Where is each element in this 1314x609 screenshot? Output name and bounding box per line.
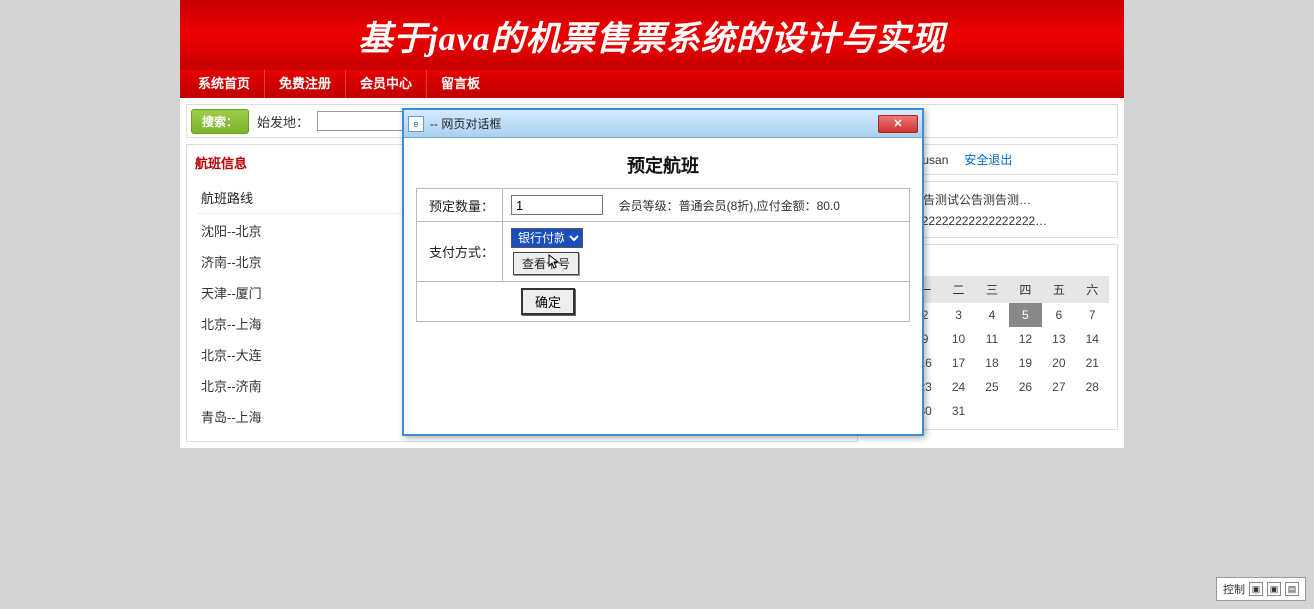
search-button[interactable]: 搜索： [191, 109, 249, 134]
calendar-day [1042, 399, 1075, 423]
calendar-day[interactable]: 3 [942, 303, 975, 327]
calendar-day[interactable]: 4 [975, 303, 1008, 327]
calendar-day[interactable]: 7 [1076, 303, 1109, 327]
calendar-day[interactable]: 18 [975, 351, 1008, 375]
control-label: 控制 [1223, 581, 1245, 597]
calendar-day[interactable]: 25 [975, 375, 1008, 399]
calendar-day[interactable]: 11 [975, 327, 1008, 351]
calendar-day[interactable]: 24 [942, 375, 975, 399]
booking-form: 预定数量： 会员等级：普通会员(8折),应付金额：80.0 支付方式： 银行付款… [416, 188, 910, 322]
calendar-day [975, 399, 1008, 423]
calendar-day[interactable]: 6 [1042, 303, 1075, 327]
tool-icon[interactable]: ▣ [1249, 582, 1263, 596]
banner-title: 基于java的机票售票系统的设计与实现 [358, 11, 946, 60]
pay-label: 支付方式： [417, 222, 503, 282]
tool-icon[interactable]: ▣ [1267, 582, 1281, 596]
calendar-day[interactable]: 20 [1042, 351, 1075, 375]
tool-icon[interactable]: ▤ [1285, 582, 1299, 596]
from-label: 始发地： [257, 112, 309, 131]
nav-register[interactable]: 免费注册 [265, 70, 346, 98]
control-panel: 控制 ▣ ▣ ▤ [1216, 577, 1306, 601]
calendar-day[interactable]: 12 [1009, 327, 1042, 351]
member-info: 会员等级：普通会员(8折),应付金额：80.0 [619, 199, 840, 213]
calendar-day[interactable]: 31 [942, 399, 975, 423]
close-icon[interactable]: ✕ [878, 115, 918, 133]
dialog-heading: 预定航班 [416, 152, 910, 178]
calendar-day[interactable]: 19 [1009, 351, 1042, 375]
calendar-day[interactable]: 28 [1076, 375, 1109, 399]
calendar-day[interactable]: 17 [942, 351, 975, 375]
nav-bar: 系统首页 免费注册 会员中心 留言板 [180, 70, 1124, 98]
pay-select[interactable]: 银行付款 [511, 228, 583, 248]
ie-icon: e [408, 116, 424, 132]
booking-dialog: e -- 网页对话框 ✕ 预定航班 预定数量： 会员等级：普通会员(8折),应付… [402, 108, 924, 436]
dialog-title: -- 网页对话框 [430, 115, 878, 132]
calendar-day [1009, 399, 1042, 423]
calendar-day[interactable]: 26 [1009, 375, 1042, 399]
calendar-day[interactable]: 14 [1076, 327, 1109, 351]
dialog-titlebar[interactable]: e -- 网页对话框 ✕ [404, 110, 922, 138]
nav-guestbook[interactable]: 留言板 [427, 70, 494, 98]
logout-link[interactable]: 安全退出 [964, 151, 1012, 168]
qty-input[interactable] [511, 195, 603, 215]
calendar-day[interactable]: 13 [1042, 327, 1075, 351]
banner: 基于java的机票售票系统的设计与实现 [180, 0, 1124, 70]
nav-home[interactable]: 系统首页 [184, 70, 265, 98]
calendar-day[interactable]: 10 [942, 327, 975, 351]
nav-member[interactable]: 会员中心 [346, 70, 427, 98]
from-input[interactable] [317, 111, 407, 131]
check-card-button[interactable]: 查看卡号 [513, 252, 579, 275]
confirm-button[interactable]: 确定 [521, 288, 575, 315]
calendar-day [1076, 399, 1109, 423]
qty-label: 预定数量： [417, 189, 503, 222]
calendar-day[interactable]: 27 [1042, 375, 1075, 399]
calendar-day[interactable]: 21 [1076, 351, 1109, 375]
calendar-day[interactable]: 5 [1009, 303, 1042, 327]
